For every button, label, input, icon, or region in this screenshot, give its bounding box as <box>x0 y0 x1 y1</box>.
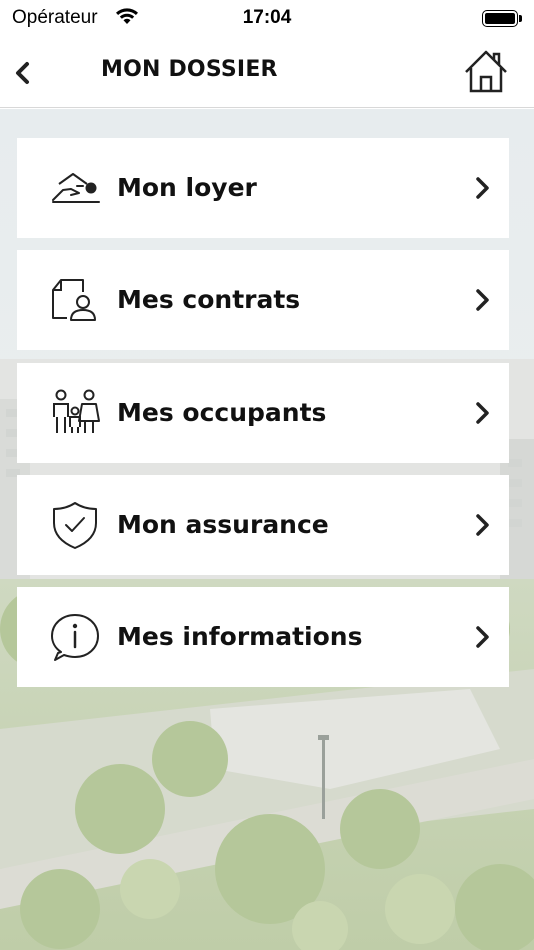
menu-item-mon-loyer[interactable]: Mon loyer <box>17 138 509 238</box>
menu-item-mes-informations[interactable]: Mes informations <box>17 587 509 687</box>
menu-item-mon-assurance[interactable]: Mon assurance <box>17 475 509 575</box>
page-title: MON DOSSIER <box>101 57 278 82</box>
chevron-left-icon <box>16 62 29 84</box>
status-bar: Opérateur 17:04 <box>0 0 534 36</box>
menu-item-label: Mes contrats <box>117 285 301 314</box>
chevron-right-icon <box>476 514 489 536</box>
info-bubble-icon <box>51 614 99 661</box>
contract-document-icon <box>52 279 96 321</box>
menu-item-mes-contrats[interactable]: Mes contrats <box>17 250 509 350</box>
rent-hand-icon <box>52 173 100 203</box>
menu-item-label: Mon loyer <box>117 173 257 202</box>
home-button[interactable] <box>462 48 510 96</box>
menu-item-label: Mon assurance <box>117 510 329 539</box>
shield-check-icon <box>53 502 97 549</box>
navigation-bar: MON DOSSIER <box>0 36 534 108</box>
home-icon <box>465 50 507 93</box>
back-button[interactable] <box>6 54 40 92</box>
menu-item-mes-occupants[interactable]: Mes occupants <box>17 363 509 463</box>
menu-item-label: Mes occupants <box>117 398 327 427</box>
chevron-right-icon <box>476 289 489 311</box>
family-icon <box>53 389 100 433</box>
chevron-right-icon <box>476 402 489 424</box>
status-time: 17:04 <box>242 7 292 28</box>
menu-item-label: Mes informations <box>117 622 363 651</box>
chevron-right-icon <box>476 177 489 199</box>
battery-icon <box>482 10 522 27</box>
chevron-right-icon <box>476 626 489 648</box>
